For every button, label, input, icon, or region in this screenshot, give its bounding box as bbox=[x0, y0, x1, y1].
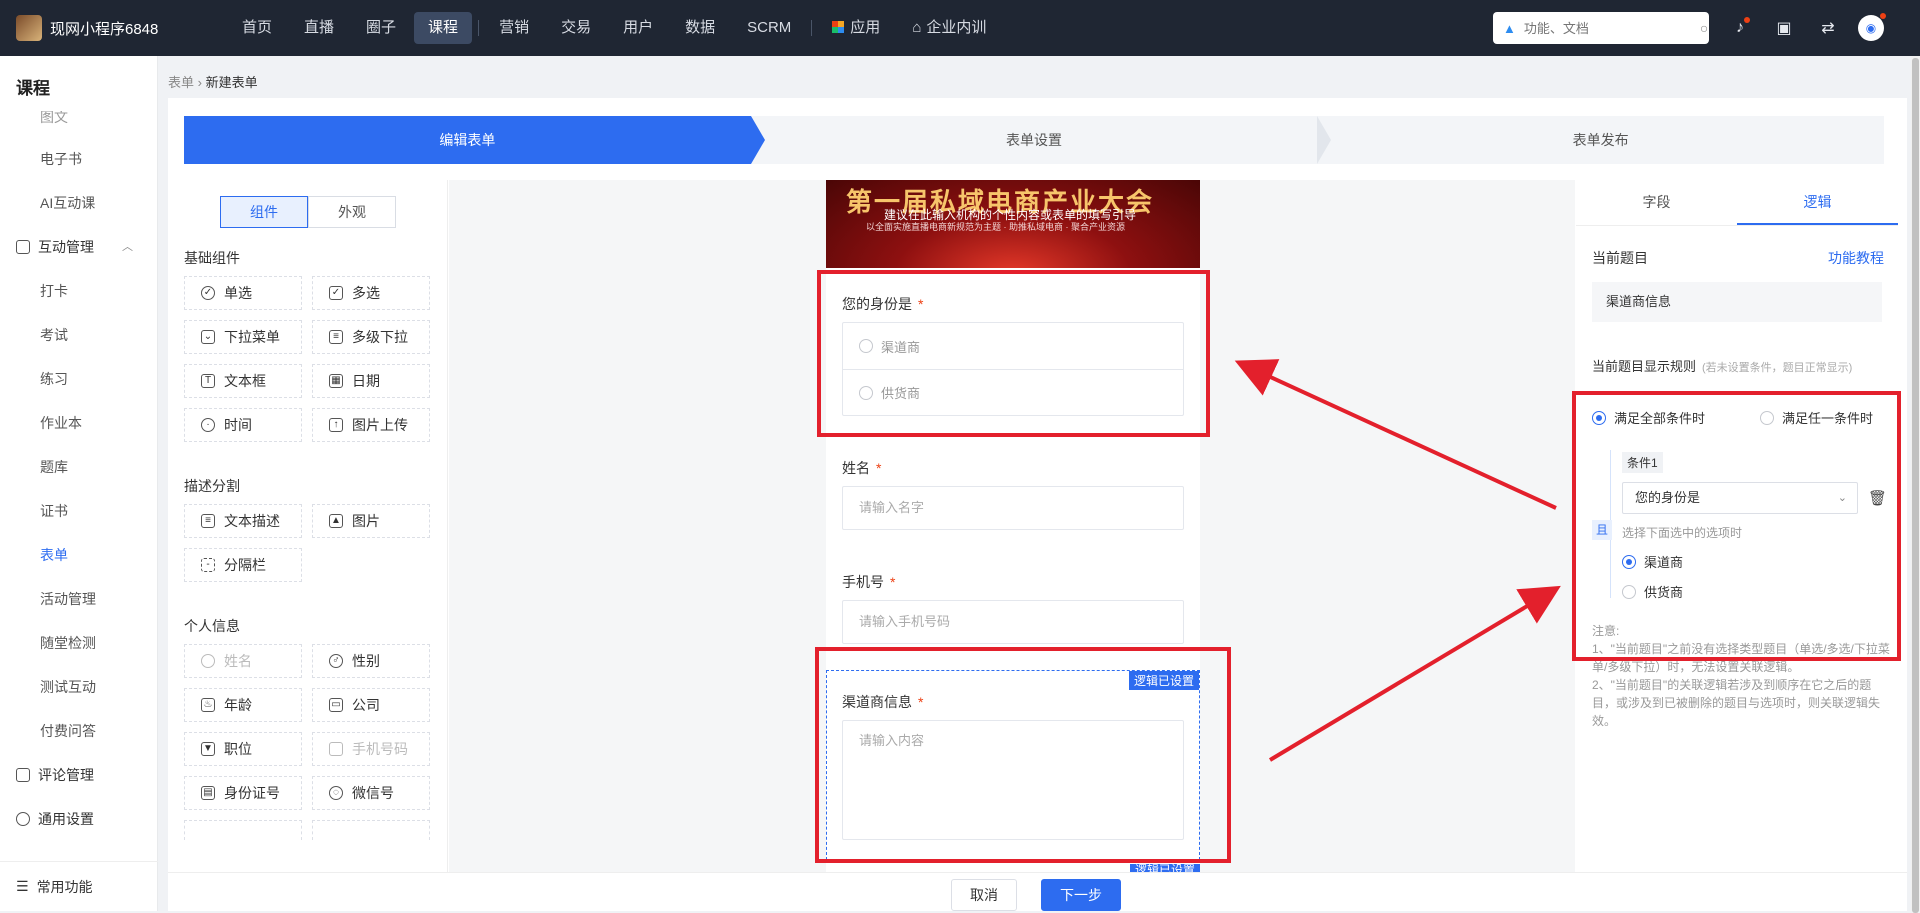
page-scrollbar[interactable] bbox=[1911, 56, 1920, 913]
scrollbar-thumb[interactable] bbox=[1912, 58, 1919, 913]
step-arrow bbox=[750, 116, 765, 164]
arrow-to-identity bbox=[1234, 359, 1557, 510]
annotation-arrows bbox=[1234, 359, 1561, 762]
step-arrow bbox=[1317, 116, 1332, 164]
arrow-to-logic bbox=[1268, 585, 1561, 762]
